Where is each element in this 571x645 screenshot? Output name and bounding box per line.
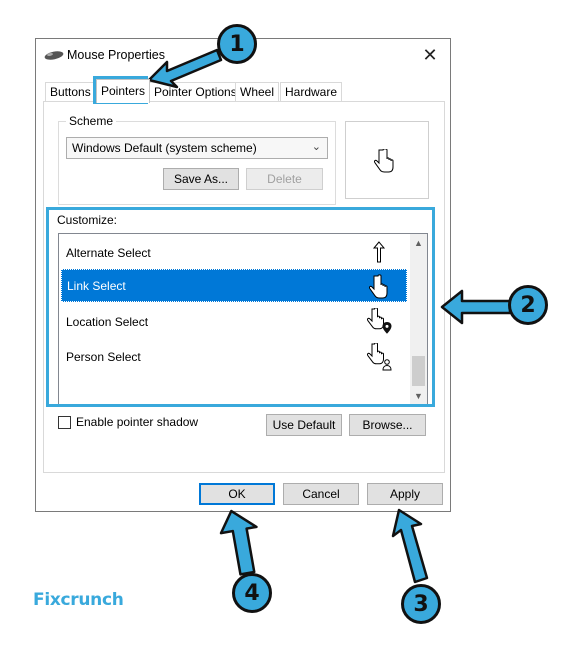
arrow-up-icon (391, 508, 429, 584)
ok-button[interactable]: OK (199, 483, 275, 505)
use-default-button[interactable]: Use Default (266, 414, 342, 436)
scheme-select[interactable]: Windows Default (system scheme) ⌄ (66, 137, 328, 159)
scheme-select-value: Windows Default (system scheme) (72, 141, 257, 155)
pointer-shadow-label: Enable pointer shadow (76, 415, 199, 429)
tab-pointers[interactable]: Pointers (96, 79, 151, 103)
cursor-preview (345, 121, 429, 199)
callout-badge-2: 2 (508, 285, 548, 325)
tab-hardware[interactable]: Hardware (280, 82, 343, 101)
arrow-left-icon (440, 289, 512, 325)
callout-badge-4: 4 (232, 573, 272, 613)
tab-wheel[interactable]: Wheel (235, 82, 280, 101)
hand-cursor-icon (373, 149, 394, 173)
arrow-left-icon (147, 48, 223, 89)
callout-badge-3: 3 (401, 584, 441, 624)
tab-buttons[interactable]: Buttons (45, 82, 96, 101)
apply-button[interactable]: Apply (367, 483, 443, 505)
cancel-button[interactable]: Cancel (283, 483, 359, 505)
delete-button[interactable]: Delete (246, 168, 323, 190)
mouse-icon (44, 51, 64, 60)
browse-button[interactable]: Browse... (349, 414, 426, 436)
customize-list-highlight (46, 207, 435, 407)
chevron-down-icon: ⌄ (311, 141, 321, 153)
close-icon: ✕ (422, 44, 438, 65)
scheme-group-label: Scheme (66, 114, 117, 128)
pointer-shadow-checkbox[interactable] (58, 416, 71, 429)
scheme-group (58, 121, 336, 205)
close-button[interactable]: ✕ (416, 43, 444, 67)
save-as-button[interactable]: Save As... (163, 168, 239, 190)
arrow-up-icon (219, 509, 258, 576)
callout-badge-1: 1 (217, 24, 257, 64)
fixcrunch-logo: Fixcrunch (33, 590, 124, 610)
